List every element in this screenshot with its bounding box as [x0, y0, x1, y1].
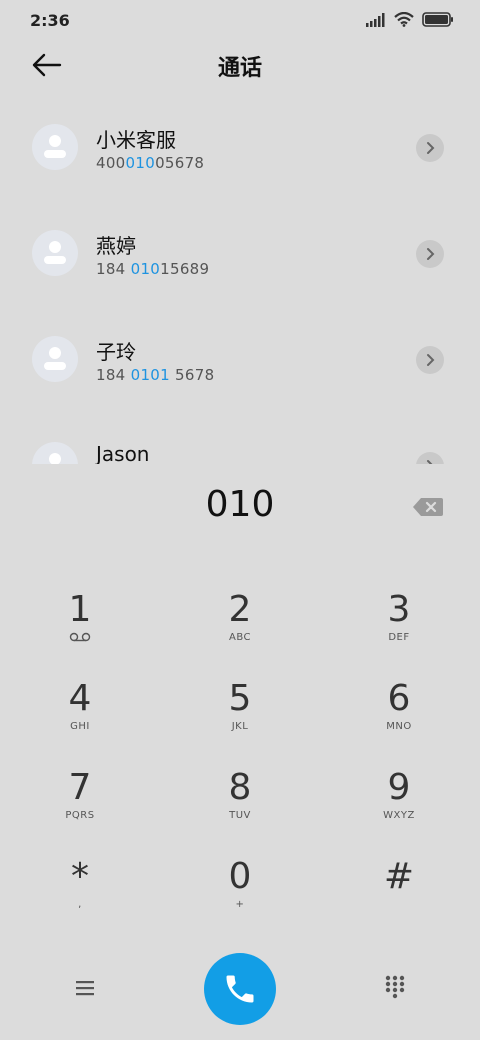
contact-suggestion-list: 小米客服 40001005678 燕婷 184 01015689 子玲 184 …	[0, 96, 480, 464]
page-title: 通话	[217, 56, 262, 81]
chevron-right-icon	[427, 354, 435, 366]
contact-detail-button[interactable]	[416, 346, 444, 374]
status-time: 2:36	[30, 11, 70, 30]
key-5[interactable]: 5 JKL	[185, 679, 295, 755]
delete-icon[interactable]	[412, 496, 444, 518]
contact-avatar-icon	[32, 124, 78, 170]
contact-avatar-icon	[32, 230, 78, 276]
key-4[interactable]: 4 GHI	[25, 679, 135, 755]
chevron-right-icon	[427, 460, 433, 464]
key-7[interactable]: 7 PQRS	[25, 768, 135, 844]
contact-number: 40001005678	[96, 154, 205, 172]
header: 通话	[0, 40, 480, 90]
contact-item[interactable]: Jason	[0, 414, 480, 464]
contact-number: 184 01015689	[96, 260, 210, 278]
contact-avatar-icon	[32, 442, 78, 464]
key-8[interactable]: 8 TUV	[185, 768, 295, 844]
key-3[interactable]: 3 DEF	[344, 590, 454, 666]
menu-icon[interactable]	[72, 976, 98, 1000]
key-2[interactable]: 2 ABC	[185, 590, 295, 666]
key-9[interactable]: 9 WXYZ	[344, 768, 454, 844]
contact-name: 小米客服	[96, 128, 176, 152]
status-bar: 2:36	[0, 0, 480, 40]
key-1[interactable]: 1	[25, 590, 135, 666]
contact-detail-button[interactable]	[416, 452, 444, 464]
contact-detail-button[interactable]	[416, 240, 444, 268]
contact-name: Jason	[96, 442, 150, 464]
contact-item[interactable]: 小米客服 40001005678	[0, 96, 480, 202]
contact-number: 184 0101 5678	[96, 366, 215, 384]
contact-name: 燕婷	[96, 234, 136, 258]
contact-detail-button[interactable]	[416, 134, 444, 162]
voicemail-icon	[69, 632, 91, 642]
dialpad-icon[interactable]	[384, 974, 406, 1000]
wifi-icon	[394, 12, 414, 27]
contact-item[interactable]: 燕婷 184 01015689	[0, 202, 480, 308]
contact-name: 子玲	[96, 340, 136, 364]
bottom-action-bar	[0, 950, 480, 1030]
key-0[interactable]: 0 +	[185, 857, 295, 933]
chevron-right-icon	[427, 142, 435, 154]
signal-icon	[366, 12, 385, 27]
key-star[interactable]: * ,	[25, 857, 135, 933]
key-6[interactable]: 6 MNO	[344, 679, 454, 755]
call-button[interactable]	[204, 953, 276, 1025]
key-hash[interactable]: #	[344, 857, 454, 933]
phone-icon	[226, 975, 254, 1003]
battery-icon	[422, 12, 453, 27]
dialed-number: 010	[205, 484, 275, 525]
chevron-right-icon	[427, 248, 435, 260]
contact-avatar-icon	[32, 336, 78, 382]
status-icons	[366, 12, 454, 27]
contact-item[interactable]: 子玲 184 0101 5678	[0, 308, 480, 414]
